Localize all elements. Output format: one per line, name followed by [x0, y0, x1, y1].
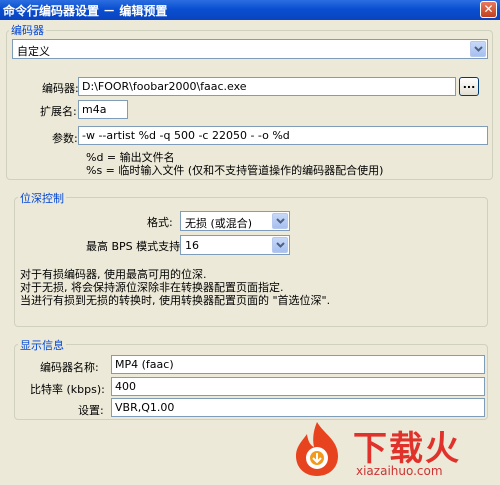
browse-button[interactable]: ... [459, 77, 479, 96]
encoder-name-label: 编码器名称: [40, 361, 99, 374]
settings-value: VBR,Q1.00 [115, 401, 175, 414]
chevron-down-icon[interactable] [470, 41, 486, 57]
encoder-group-legend: 编码器 [9, 22, 46, 38]
bps-value: 16 [185, 239, 199, 252]
browse-label: ... [462, 78, 476, 91]
bit-depth-group-legend: 位深控制 [18, 190, 66, 206]
format-value: 无损 (或混合) [185, 217, 253, 230]
close-icon: ✕ [483, 2, 494, 16]
extension-value: m4a [82, 103, 107, 116]
extension-input[interactable]: m4a [78, 100, 128, 119]
preset-select[interactable]: 自定义 [12, 39, 488, 59]
chevron-down-icon[interactable] [272, 213, 288, 229]
close-button[interactable]: ✕ [480, 1, 497, 18]
encoder-label: 编码器: [42, 82, 79, 95]
watermark-url: xiazaihuo.com [356, 464, 443, 478]
format-label: 格式: [147, 216, 173, 229]
watermark-brand: 下载火 [353, 429, 461, 469]
display-info-group-legend: 显示信息 [18, 337, 66, 353]
settings-label: 设置: [78, 404, 104, 417]
bps-select[interactable]: 16 [180, 235, 290, 255]
params-value: -w --artist %d -q 500 -c 22050 - -o %d [82, 129, 290, 142]
bps-label: 最高 BPS 模式支持: [86, 240, 184, 253]
format-select[interactable]: 无损 (或混合) [180, 211, 290, 231]
encoder-path-input[interactable]: D:\FOOR\foobar2000\faac.exe [78, 77, 456, 96]
depth-note-transcode: 当进行有损到无损的转换时, 使用转换器配置页面的 "首选位深". [20, 294, 331, 307]
settings-input[interactable]: VBR,Q1.00 [111, 398, 485, 417]
bitrate-value: 400 [115, 380, 136, 393]
chevron-down-icon[interactable] [272, 237, 288, 253]
hint-temp: %s = 临时输入文件 (仅和不支持管道操作的编码器配合使用) [86, 164, 384, 177]
params-input[interactable]: -w --artist %d -q 500 -c 22050 - -o %d [78, 126, 488, 145]
encoder-name-input[interactable]: MP4 (faac) [111, 355, 485, 374]
params-label: 参数: [52, 132, 78, 145]
flame-logo-icon [296, 422, 338, 476]
extension-label: 扩展名: [40, 105, 77, 118]
bitrate-label: 比特率 (kbps): [30, 383, 105, 396]
preset-value: 自定义 [17, 45, 50, 58]
bitrate-input[interactable]: 400 [111, 377, 485, 396]
encoder-name-value: MP4 (faac) [115, 358, 174, 371]
title-bar: 命令行编码器设置 － 编辑预置 ✕ [0, 0, 500, 20]
encoder-path-value: D:\FOOR\foobar2000\faac.exe [82, 80, 247, 93]
window-title: 命令行编码器设置 － 编辑预置 [3, 4, 168, 18]
